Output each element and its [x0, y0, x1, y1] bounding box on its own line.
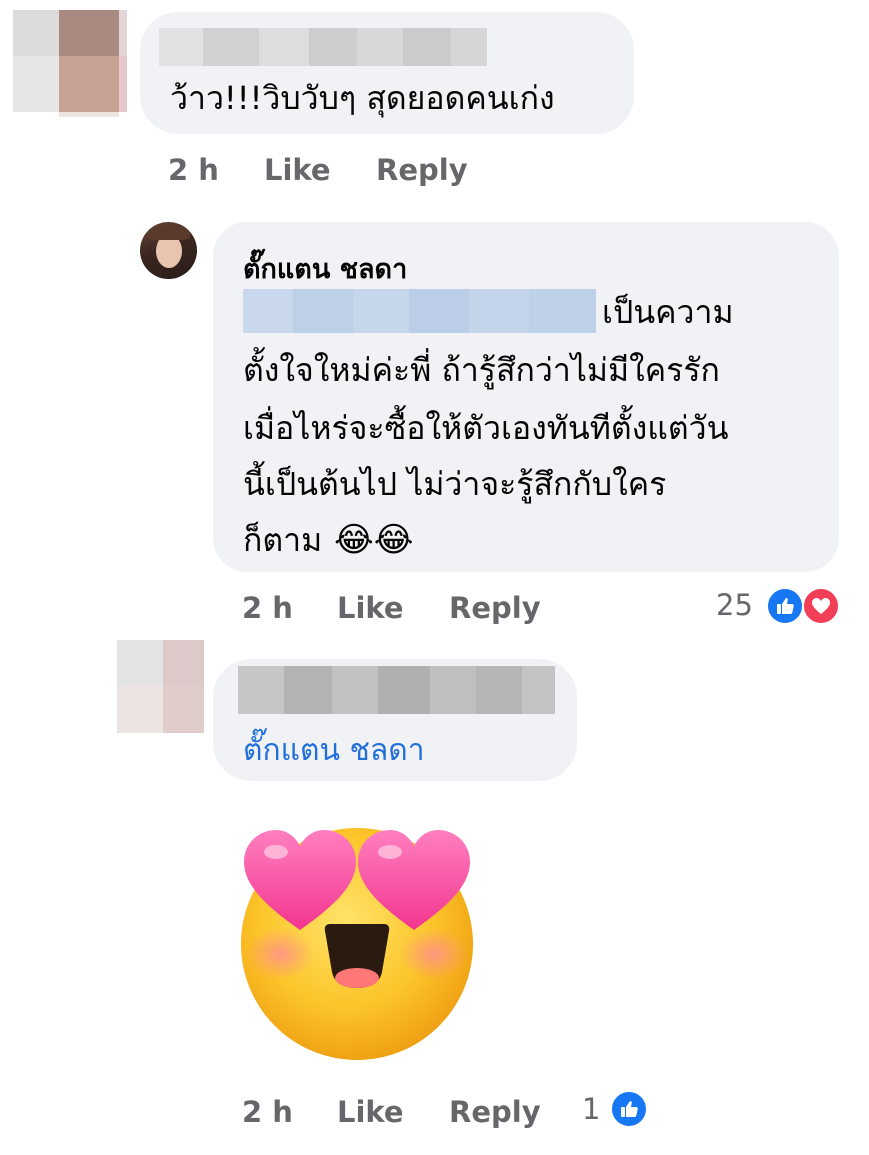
- comment-text: ว้าว!!!วิบวับๆ สุดยอดคนเก่ง: [170, 79, 555, 117]
- comment-time[interactable]: 2 h: [242, 1095, 293, 1129]
- redacted-author-name: [159, 28, 487, 66]
- comment-author[interactable]: ตั๊กแตน ชลดา: [243, 247, 407, 290]
- avatar[interactable]: [140, 222, 197, 279]
- reaction-count[interactable]: 25: [716, 588, 753, 622]
- redacted-author-name: [238, 666, 555, 714]
- like-link[interactable]: Like: [264, 153, 331, 187]
- laughing-emoji: 😂😂: [334, 520, 414, 560]
- comment-text: ตั้งใจใหม่ค่ะพี่ ถ้ารู้สึกว่าไม่มีใครรัก: [243, 351, 720, 389]
- like-link[interactable]: Like: [337, 1095, 404, 1129]
- avatar[interactable]: [117, 640, 204, 733]
- redacted-text: [243, 289, 596, 333]
- comment-text: เมื่อไหร่จะซื้อให้ตัวเองทันทีตั้งแต่วัน: [243, 409, 729, 447]
- mention-link[interactable]: ตั๊กแตน ชลดา: [243, 727, 425, 774]
- comment-text: เป็นความ: [602, 293, 734, 331]
- like-link[interactable]: Like: [337, 591, 404, 625]
- avatar[interactable]: [13, 10, 127, 117]
- comment-time[interactable]: 2 h: [168, 153, 219, 187]
- comment-text: ก็ตาม: [243, 521, 323, 559]
- comment-text: นี้เป็นต้นไป ไม่ว่าจะรู้สึกกับใคร: [243, 465, 667, 503]
- heart-eyes-emoji-sticker: [241, 828, 473, 1060]
- reaction-count[interactable]: 1: [582, 1092, 600, 1126]
- reply-link[interactable]: Reply: [449, 591, 541, 625]
- reply-link[interactable]: Reply: [376, 153, 468, 187]
- reply-link[interactable]: Reply: [449, 1095, 541, 1129]
- comment-time[interactable]: 2 h: [242, 591, 293, 625]
- love-icon[interactable]: [802, 587, 840, 625]
- like-icon[interactable]: [766, 587, 804, 625]
- like-icon[interactable]: [610, 1090, 648, 1128]
